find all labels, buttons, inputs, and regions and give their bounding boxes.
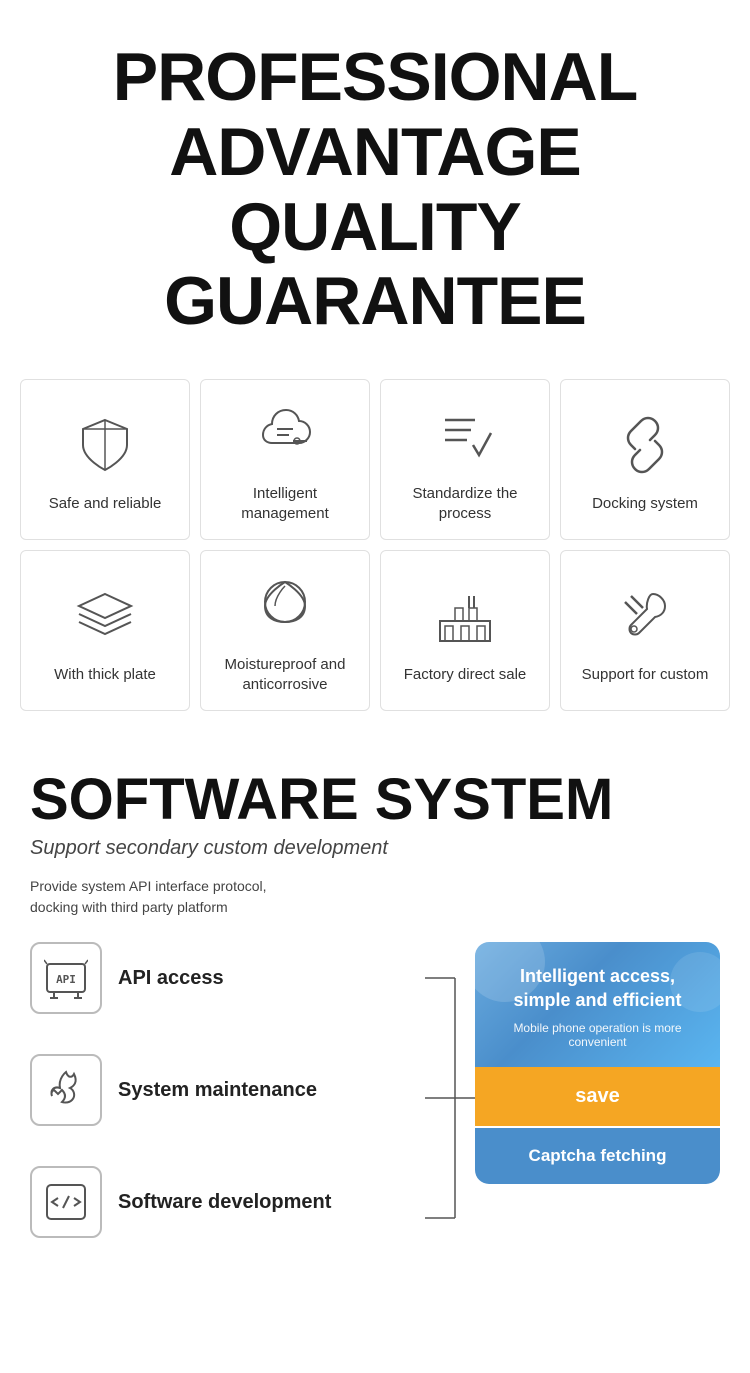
cloud-settings-icon xyxy=(250,400,320,470)
features-row-2: With thick plate Moistureproof and antic… xyxy=(20,550,730,711)
feature-safe: Safe and reliable xyxy=(20,379,190,540)
layers-icon xyxy=(70,581,140,651)
header-line1: PROFESSIONAL xyxy=(20,40,730,115)
features-section: Safe and reliable Intelligent management xyxy=(0,369,750,741)
feature-safe-label: Safe and reliable xyxy=(49,494,162,514)
shield-icon xyxy=(70,410,140,480)
header-line2: ADVANTAGE xyxy=(20,115,730,190)
api-label: API access xyxy=(118,965,224,991)
panel-main-text: Intelligent access, simple and efficient xyxy=(493,964,702,1013)
software-item-maintenance: System maintenance xyxy=(30,1054,425,1126)
feature-thick: With thick plate xyxy=(20,550,190,711)
maintenance-label: System maintenance xyxy=(118,1077,317,1103)
feature-moisture-label: Moistureproof and anticorrosive xyxy=(209,655,361,694)
save-button[interactable]: save xyxy=(475,1067,720,1126)
software-item-dev: Software development xyxy=(30,1166,425,1238)
link-icon xyxy=(610,410,680,480)
panel-blue-header: Intelligent access, simple and efficient… xyxy=(475,942,720,1067)
software-subtitle: Support secondary custom development xyxy=(30,837,720,860)
leaf-icon xyxy=(250,571,320,641)
connector-bracket xyxy=(425,942,475,1278)
feature-thick-label: With thick plate xyxy=(54,665,156,685)
software-item-api: API API access xyxy=(30,942,425,1014)
tools-icon xyxy=(610,581,680,651)
code-icon-box xyxy=(30,1166,102,1238)
software-description: Provide system API interface protocol,do… xyxy=(30,876,720,918)
right-panel: Intelligent access, simple and efficient… xyxy=(475,942,720,1278)
header-line3: QUALITY GUARANTEE xyxy=(20,190,730,340)
feature-intelligent: Intelligent management xyxy=(200,379,370,540)
feature-docking-label: Docking system xyxy=(592,494,698,514)
panel-sub-text: Mobile phone operation is more convenien… xyxy=(493,1021,702,1049)
header-title: PROFESSIONAL ADVANTAGE QUALITY GUARANTEE xyxy=(20,40,730,339)
factory-icon xyxy=(430,581,500,651)
feature-factory: Factory direct sale xyxy=(380,550,550,711)
feature-standardize: Standardize the process xyxy=(380,379,550,540)
feature-moisture: Moistureproof and anticorrosive xyxy=(200,550,370,711)
feature-standardize-label: Standardize the process xyxy=(389,484,541,523)
feature-docking: Docking system xyxy=(560,379,730,540)
software-items: API API access xyxy=(30,942,425,1278)
feature-intelligent-label: Intelligent management xyxy=(209,484,361,523)
header-section: PROFESSIONAL ADVANTAGE QUALITY GUARANTEE xyxy=(0,0,750,369)
software-section: SOFTWARE SYSTEM Support secondary custom… xyxy=(0,741,750,1298)
checklist-icon xyxy=(430,400,500,470)
software-title: SOFTWARE SYSTEM xyxy=(30,771,720,829)
dev-label: Software development xyxy=(118,1189,331,1215)
svg-text:API: API xyxy=(56,973,76,986)
feature-factory-label: Factory direct sale xyxy=(404,665,527,685)
wrench-icon-box xyxy=(30,1054,102,1126)
captcha-button[interactable]: Captcha fetching xyxy=(475,1128,720,1184)
feature-custom: Support for custom xyxy=(560,550,730,711)
features-row-1: Safe and reliable Intelligent management xyxy=(20,379,730,540)
software-layout: API API access xyxy=(30,942,720,1278)
feature-custom-label: Support for custom xyxy=(582,665,709,685)
api-icon-box: API xyxy=(30,942,102,1014)
